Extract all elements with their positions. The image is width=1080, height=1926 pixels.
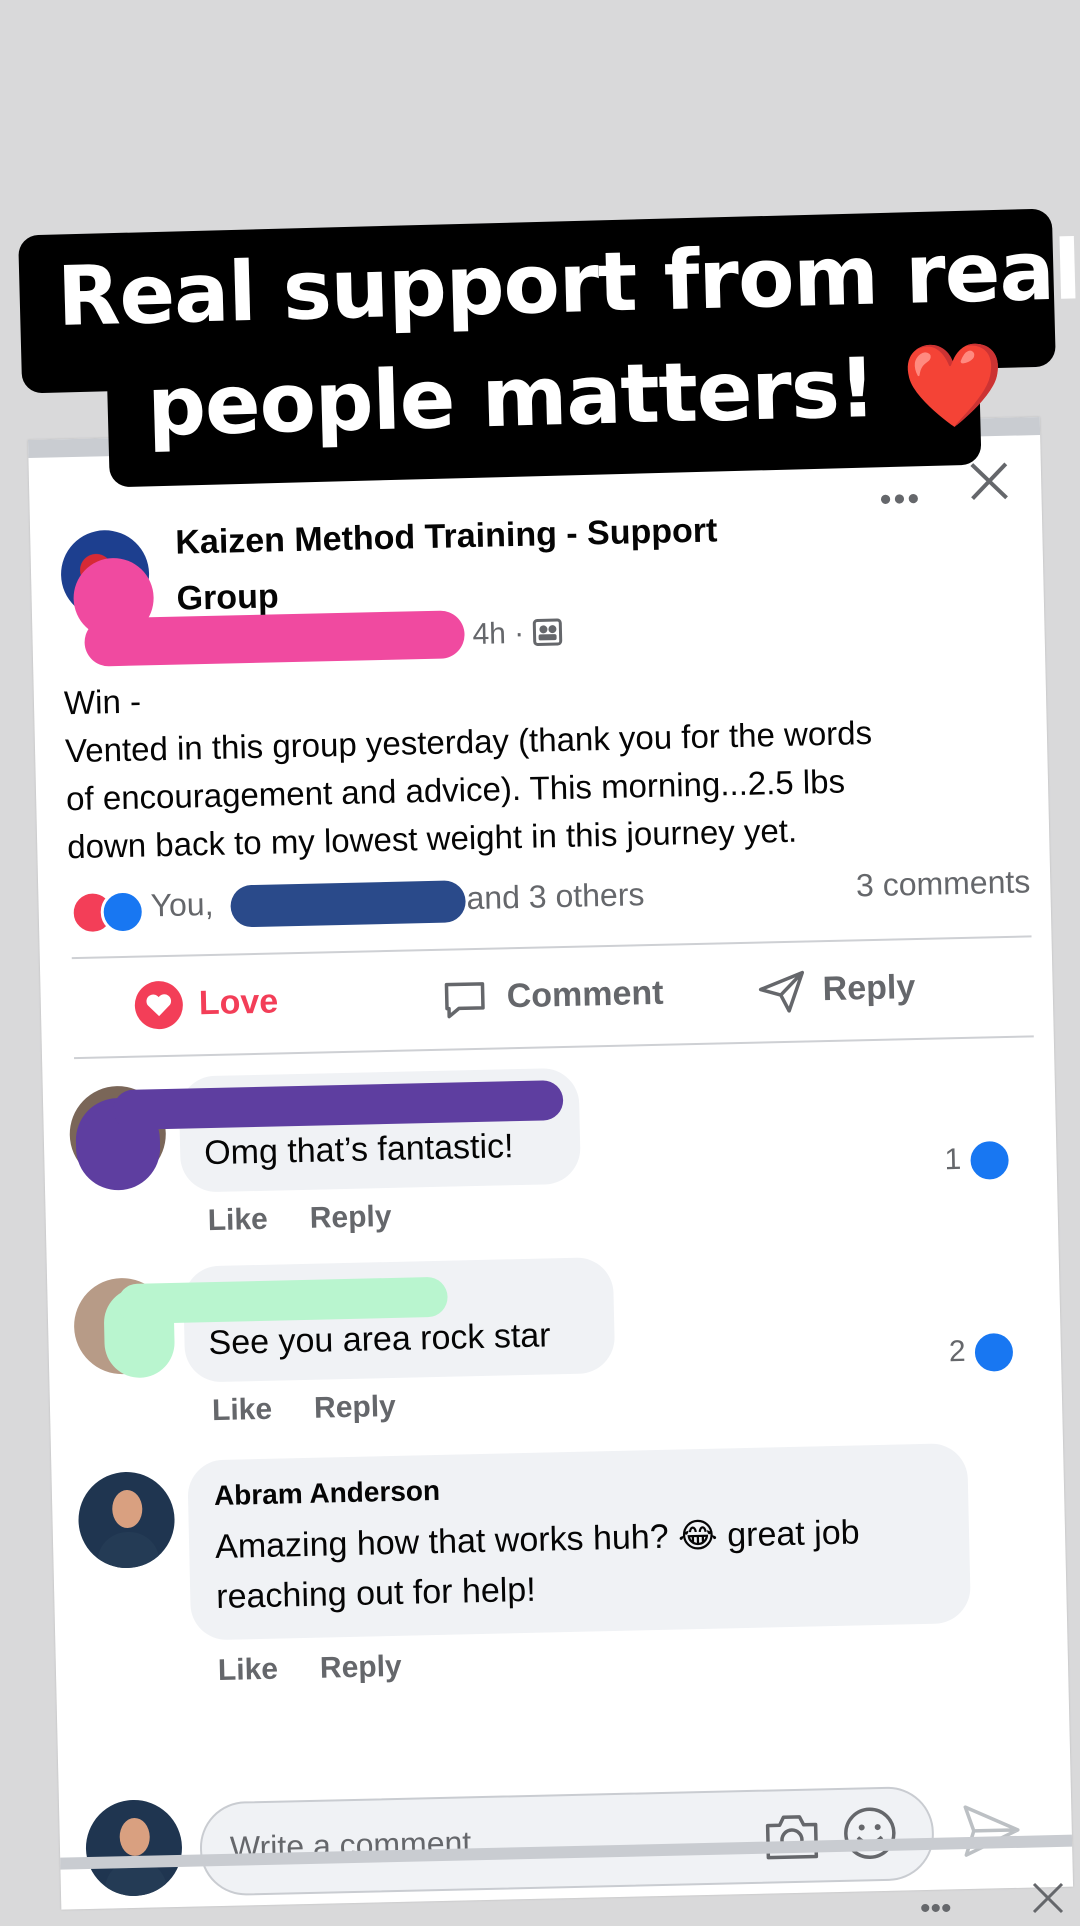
commenter-name[interactable]: Abram Anderson [214, 1475, 441, 1512]
comment-like-button[interactable]: Like [212, 1393, 273, 1427]
comment-reply-button[interactable]: Reply [309, 1200, 391, 1235]
post-time: 4h · [472, 616, 525, 651]
comment-bubble: Abram Anderson Amazing how that works hu… [187, 1442, 972, 1641]
comment-icon [444, 982, 485, 1019]
reply-label: Reply [822, 968, 916, 1009]
love-button[interactable]: Love [132, 978, 279, 1034]
like-reaction-icon [966, 1137, 1012, 1183]
comment-like-count[interactable]: 1 [944, 1137, 1012, 1184]
comment-actions: Like Reply [212, 1389, 438, 1428]
my-avatar [84, 1798, 184, 1898]
comment-text: Omg that’s fantastic! [203, 1127, 514, 1173]
avatar-shirt [96, 1531, 160, 1570]
reply-button[interactable]: Reply [756, 964, 916, 1020]
love-label: Love [198, 982, 279, 1023]
reactions-summary[interactable]: You, and 3 others 3 comments [70, 863, 1031, 936]
send-icon[interactable] [959, 1798, 1024, 1863]
avatar-face [111, 1489, 143, 1529]
reactions-others: and 3 others [466, 876, 645, 917]
commenter-avatar[interactable] [77, 1470, 176, 1570]
reactions-you: You, [150, 885, 214, 924]
story-caption: Real support from real people matters! ❤… [0, 0, 1080, 500]
comments-count-link[interactable]: 3 comments [856, 863, 1031, 904]
divider [71, 935, 1032, 960]
caption-line-text: people matters! [146, 340, 877, 455]
comment-like-count[interactable]: 2 [948, 1329, 1017, 1376]
comment-actions: Like Reply [207, 1199, 433, 1238]
comment-reply-button[interactable]: Reply [320, 1650, 402, 1685]
camera-icon[interactable] [761, 1810, 822, 1863]
comment-actions: Like Reply [218, 1649, 444, 1688]
send-icon [758, 970, 805, 1013]
like-reaction-icon [100, 889, 146, 935]
divider [74, 1035, 1034, 1060]
comment-text: Amazing how that works huh? 😂 great job … [215, 1507, 862, 1622]
avatar-face [119, 1817, 151, 1857]
comment-like-button[interactable]: Like [207, 1203, 268, 1237]
comment-reply-button[interactable]: Reply [314, 1390, 396, 1425]
heart-emoji: ❤️ [901, 337, 1005, 436]
redaction-mark [230, 880, 467, 928]
close-icon[interactable] [1030, 1880, 1066, 1916]
like-reaction-icon [971, 1329, 1017, 1375]
comment-like-button[interactable]: Like [218, 1653, 279, 1687]
post-timestamp: 4h · [472, 616, 563, 652]
group-audience-icon [532, 618, 563, 646]
redaction-mark [117, 1276, 448, 1325]
post-body: Win - Vented in this group yesterday (th… [63, 657, 1027, 871]
smiley-icon[interactable] [841, 1805, 898, 1862]
comment-like-number: 1 [944, 1142, 962, 1177]
group-title[interactable]: Kaizen Method Training - Support Group [175, 501, 797, 627]
heart-icon [134, 981, 183, 1030]
comment-button[interactable]: Comment [440, 971, 664, 1027]
comment-label: Comment [506, 973, 664, 1016]
comment-like-number: 2 [948, 1334, 966, 1369]
post-card: Kaizen Method Training - Support Group 4… [28, 417, 1074, 1910]
